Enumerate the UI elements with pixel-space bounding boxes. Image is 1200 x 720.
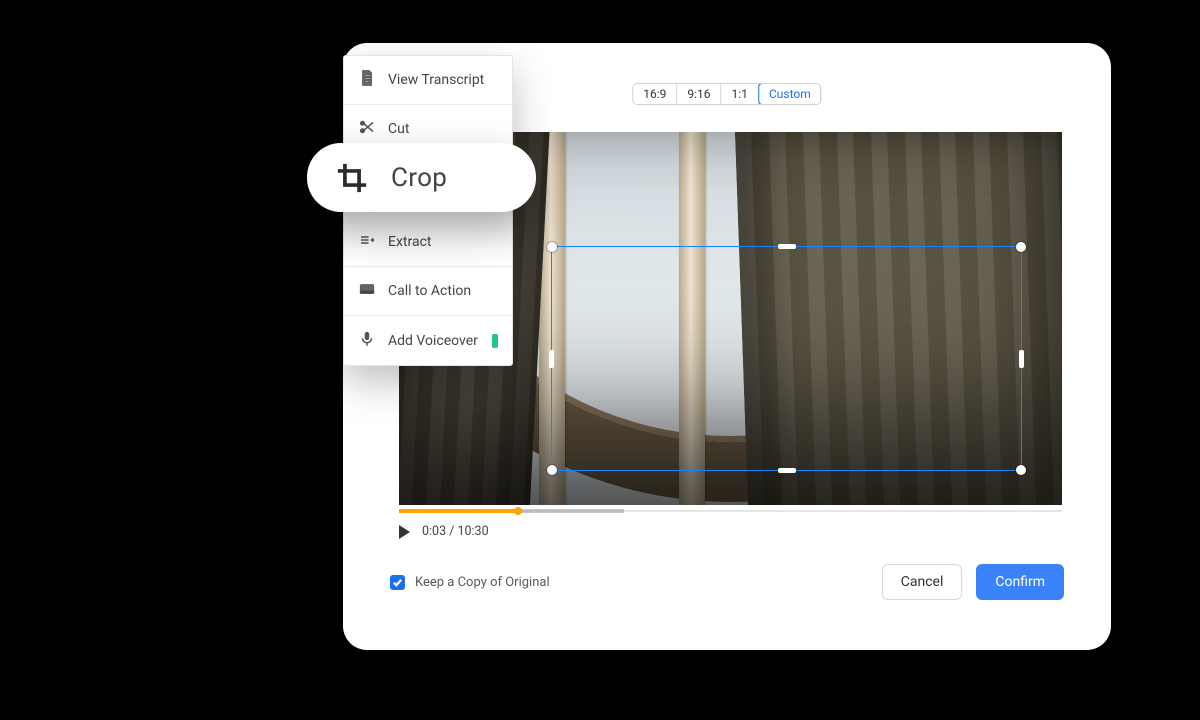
crop-edge-right[interactable] (1019, 350, 1024, 368)
aspect-custom[interactable]: Custom (758, 83, 822, 105)
aspect-ratio-group: 16:9 9:16 1:1 Custom (632, 83, 821, 105)
aspect-16-9[interactable]: 16:9 (633, 84, 677, 104)
menu-label: View Transcript (388, 72, 498, 88)
play-icon[interactable] (399, 525, 410, 539)
menu-label: Call to Action (388, 283, 498, 299)
document-icon (358, 69, 376, 91)
crop-rectangle[interactable] (551, 246, 1022, 471)
dialog-footer: Keep a Copy of Original Cancel Confirm (390, 564, 1064, 600)
menu-item-extract[interactable]: Extract (344, 218, 512, 267)
extract-icon (358, 231, 376, 253)
new-badge-icon (492, 334, 498, 348)
menu-label: Cut (388, 121, 498, 137)
checkbox-checked-icon (390, 575, 405, 590)
menu-item-crop[interactable]: Crop (307, 143, 536, 212)
menu-item-cta[interactable]: Call to Action (344, 267, 512, 316)
crop-edge-left[interactable] (549, 350, 554, 368)
keep-copy-label: Keep a Copy of Original (415, 575, 550, 590)
crop-handle-tr[interactable] (1016, 242, 1026, 252)
menu-item-voiceover[interactable]: Add Voiceover (344, 316, 512, 365)
crop-edge-top[interactable] (778, 244, 796, 249)
crop-edge-bottom[interactable] (778, 468, 796, 473)
cancel-button[interactable]: Cancel (882, 564, 963, 600)
aspect-1-1[interactable]: 1:1 (722, 84, 759, 104)
playback-row: 0:03 / 10:30 (399, 524, 489, 539)
mic-icon (358, 330, 376, 352)
aspect-9-16[interactable]: 9:16 (677, 84, 721, 104)
crop-handle-br[interactable] (1016, 465, 1026, 475)
scissors-icon (358, 118, 376, 140)
time-display: 0:03 / 10:30 (422, 524, 489, 539)
menu-label: Add Voiceover (388, 333, 480, 349)
crop-handle-bl[interactable] (547, 465, 557, 475)
crop-handle-tl[interactable] (547, 242, 557, 252)
menu-item-transcript[interactable]: View Transcript (344, 56, 512, 105)
crop-label: Crop (391, 163, 447, 193)
timeline[interactable] (399, 508, 1062, 514)
cta-icon (358, 280, 376, 302)
crop-icon (335, 161, 369, 195)
timeline-thumb[interactable] (514, 507, 522, 515)
confirm-button[interactable]: Confirm (976, 564, 1064, 600)
menu-label: Extract (388, 234, 498, 250)
keep-copy-checkbox[interactable]: Keep a Copy of Original (390, 575, 550, 590)
